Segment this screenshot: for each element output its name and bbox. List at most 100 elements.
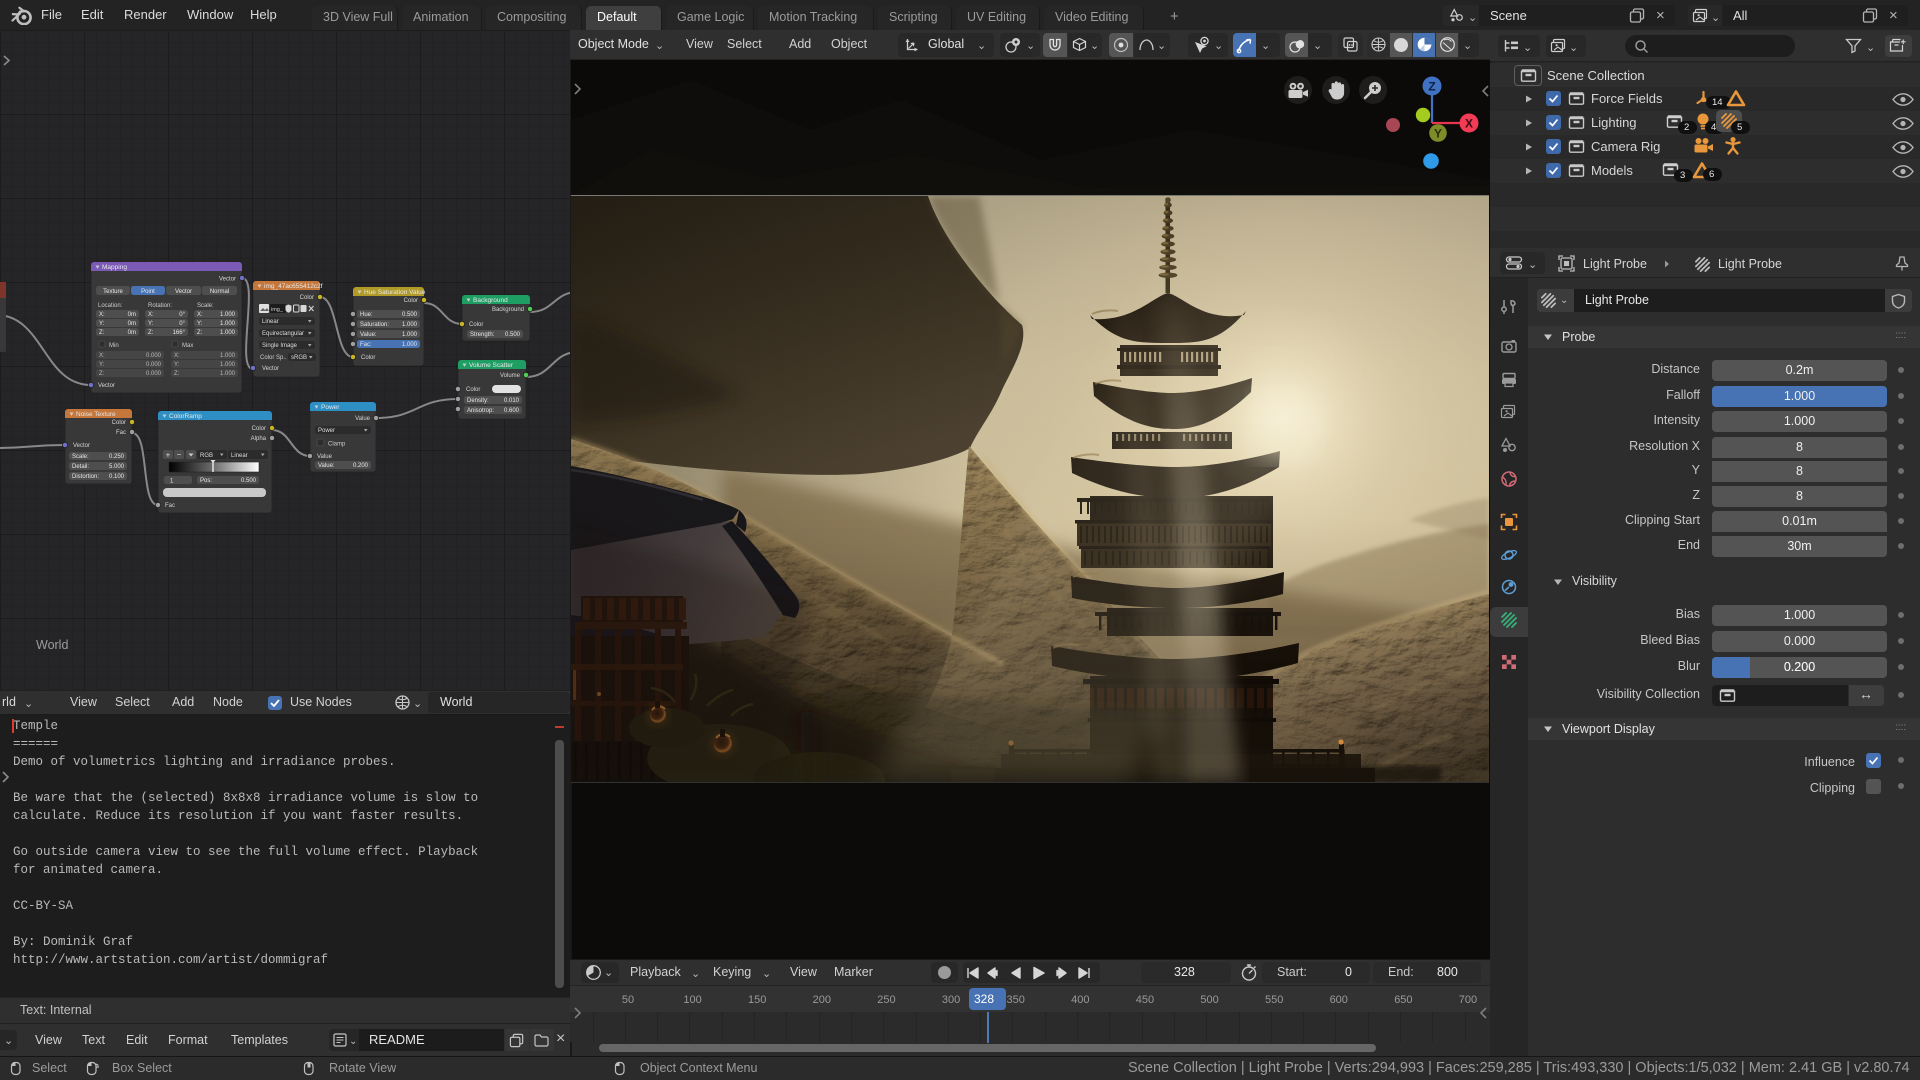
svg-text:Color: Color: [469, 322, 483, 328]
svg-text:0.600: 0.600: [504, 408, 520, 414]
svg-text:1.000: 1.000: [402, 342, 418, 348]
svg-text:Location:: Location:: [98, 303, 123, 309]
svg-text:0.000: 0.000: [146, 362, 162, 368]
svg-text:Fac:: Fac:: [360, 342, 372, 348]
svg-text:Volume Scatter: Volume Scatter: [469, 362, 514, 369]
svg-text:Z:: Z:: [99, 330, 105, 336]
svg-text:Detail:: Detail:: [72, 464, 89, 470]
svg-text:Z:: Z:: [174, 371, 180, 377]
svg-text:1.000: 1.000: [220, 321, 236, 327]
svg-text:1.000: 1.000: [220, 371, 236, 377]
svg-text:Saturation:: Saturation:: [360, 322, 389, 328]
svg-text:Pos:: Pos:: [200, 478, 212, 484]
svg-text:+: +: [166, 451, 171, 460]
svg-text:Scale:: Scale:: [197, 303, 214, 309]
svg-text:Scale:: Scale:: [72, 454, 89, 460]
svg-text:Volume: Volume: [500, 373, 521, 379]
svg-text:World: World: [36, 638, 68, 652]
svg-text:Single Image: Single Image: [262, 343, 298, 349]
svg-text:−: −: [177, 450, 182, 459]
svg-text:Vector: Vector: [219, 277, 236, 283]
svg-text:0.010: 0.010: [504, 398, 520, 404]
svg-text:X:: X:: [197, 312, 203, 318]
svg-text:Power: Power: [321, 404, 340, 411]
svg-text:Color: Color: [300, 295, 314, 301]
svg-text:0.100: 0.100: [109, 474, 125, 480]
svg-text:Color Sp..: Color Sp..: [260, 355, 287, 361]
svg-text:Hue Saturation Value: Hue Saturation Value: [364, 289, 426, 296]
svg-text:Clamp: Clamp: [328, 442, 346, 448]
svg-text:Normal: Normal: [210, 289, 229, 295]
svg-text:Max: Max: [182, 343, 193, 349]
svg-text:0.500: 0.500: [402, 312, 418, 318]
svg-text:Fac: Fac: [116, 430, 126, 436]
svg-text:Background: Background: [473, 297, 508, 304]
svg-text:img_47ac655412c2f: img_47ac655412c2f: [264, 283, 323, 290]
svg-text:0.500: 0.500: [241, 478, 257, 484]
svg-text:Hue:: Hue:: [360, 312, 373, 318]
svg-text:Noise Texture: Noise Texture: [76, 411, 116, 418]
svg-text:Mapping: Mapping: [102, 264, 127, 271]
svg-text:Point: Point: [141, 289, 155, 295]
svg-text:1.000: 1.000: [402, 322, 418, 328]
svg-text:1.000: 1.000: [220, 362, 236, 368]
svg-text:Z:: Z:: [99, 371, 105, 377]
svg-text:Y:: Y:: [148, 321, 154, 327]
svg-text:Fac: Fac: [165, 503, 175, 509]
svg-text:Y:: Y:: [99, 362, 105, 368]
svg-text:0m: 0m: [128, 321, 136, 327]
svg-text:Z: Z: [1428, 80, 1435, 94]
svg-text:X:: X:: [148, 312, 154, 318]
svg-text:Rotation:: Rotation:: [148, 303, 172, 309]
svg-text:img_: img_: [271, 307, 284, 313]
svg-text:Texture: Texture: [103, 289, 123, 295]
svg-text:Vector: Vector: [175, 289, 192, 295]
svg-text:0m: 0m: [128, 312, 136, 318]
svg-text:0.200: 0.200: [353, 463, 369, 469]
svg-text:Value:: Value:: [360, 332, 377, 338]
svg-text:Linear: Linear: [262, 319, 279, 325]
svg-text:X:: X:: [99, 353, 105, 359]
svg-text:Z:: Z:: [148, 330, 154, 336]
svg-text:0.500: 0.500: [505, 332, 521, 338]
svg-text:Background: Background: [492, 307, 524, 313]
svg-text:1.000: 1.000: [220, 330, 236, 336]
svg-text:Y:: Y:: [197, 321, 203, 327]
svg-text:Linear: Linear: [231, 453, 248, 459]
svg-text:Color: Color: [361, 355, 375, 361]
svg-text:0.250: 0.250: [109, 454, 125, 460]
svg-text:RGB: RGB: [200, 453, 213, 459]
svg-text:0°: 0°: [179, 312, 185, 318]
svg-text:Y: Y: [1434, 127, 1442, 141]
svg-text:Y:: Y:: [174, 362, 180, 368]
svg-text:1.000: 1.000: [220, 353, 236, 359]
svg-text:Z:: Z:: [197, 330, 203, 336]
svg-text:Value:: Value:: [318, 463, 335, 469]
svg-text:0m: 0m: [128, 330, 136, 336]
svg-text:Vector: Vector: [98, 383, 115, 389]
svg-text:X: X: [1465, 117, 1473, 131]
svg-text:Equirectangular: Equirectangular: [262, 331, 304, 337]
svg-text:X:: X:: [99, 312, 105, 318]
svg-text:Value: Value: [317, 454, 333, 460]
svg-text:Color: Color: [404, 298, 418, 304]
svg-text:Strength:: Strength:: [470, 332, 495, 338]
svg-text:0°: 0°: [179, 321, 185, 327]
svg-text:Density:: Density:: [467, 398, 489, 404]
svg-text:Min: Min: [109, 343, 119, 349]
svg-text:sRGB: sRGB: [291, 355, 307, 361]
svg-text:0.000: 0.000: [146, 371, 162, 377]
svg-text:166°: 166°: [173, 330, 186, 336]
svg-text:X:: X:: [174, 353, 180, 359]
svg-text:Vector: Vector: [262, 366, 279, 372]
svg-text:Color: Color: [252, 426, 266, 432]
svg-text:Distortion:: Distortion:: [72, 474, 99, 480]
svg-text:5.000: 5.000: [109, 464, 125, 470]
svg-text:Color: Color: [466, 387, 480, 393]
svg-text:1.000: 1.000: [402, 332, 418, 338]
svg-text:0.000: 0.000: [146, 353, 162, 359]
svg-text:Y:: Y:: [99, 321, 105, 327]
svg-text:Anisotrop:: Anisotrop:: [467, 408, 494, 414]
svg-text:ColorRamp: ColorRamp: [169, 413, 202, 420]
svg-text:Value: Value: [355, 416, 371, 422]
